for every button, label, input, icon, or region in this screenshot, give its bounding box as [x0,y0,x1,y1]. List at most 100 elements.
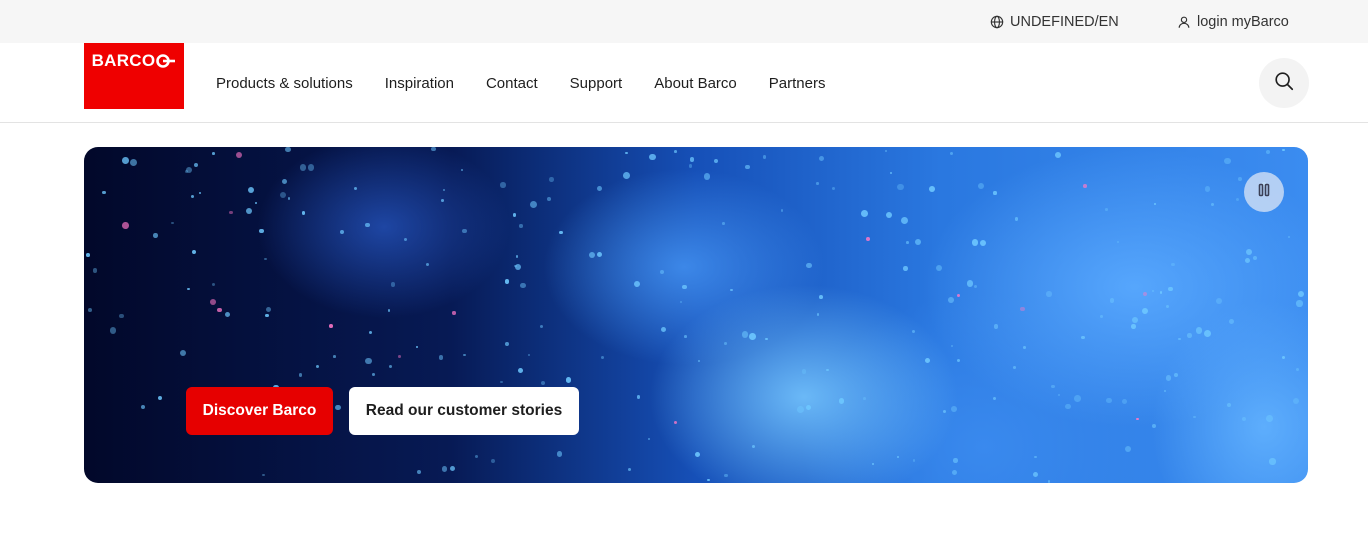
particle-speck [1046,291,1052,297]
particle-speck [647,437,651,441]
particle-speck [1253,256,1258,261]
search-button[interactable] [1259,58,1309,108]
particle-speck [745,164,750,169]
discover-barco-button[interactable]: Discover Barco [186,387,333,435]
particle-speck [307,164,315,171]
particle-speck [935,264,943,271]
particle-speck [1178,337,1181,341]
particle-speck [819,156,825,162]
particle-speck [680,301,683,304]
particle-speck [890,171,893,174]
locale-label: UNDEFINED/EN [1010,13,1119,30]
particle-speck [171,221,174,225]
nav-item-about-barco[interactable]: About Barco [654,75,737,92]
particle-speck [953,458,958,463]
particle-speck [684,335,687,338]
particle-speck [906,241,910,245]
particle-speck [649,153,656,160]
user-icon [1177,15,1191,29]
particle-speck [1203,330,1211,338]
particle-speck [416,469,421,474]
particle-speck [818,294,823,299]
particle-speck [245,207,252,214]
particle-speck [475,454,479,458]
particle-speck [625,151,628,154]
locale-selector[interactable]: UNDEFINED/EN [990,0,1119,43]
particle-speck [765,337,768,341]
particle-speck [622,172,630,180]
particle-speck [500,182,506,188]
particle-speck [627,468,631,472]
particle-speck [896,455,900,459]
particle-speck [415,345,418,348]
particle-speck [1154,203,1157,206]
particle-speck [1281,356,1285,360]
pause-video-button[interactable] [1244,172,1284,212]
nav-item-support[interactable]: Support [570,75,623,92]
particle-speck [1265,149,1271,154]
particle-speck [281,178,287,184]
particle-speck [1032,472,1038,478]
particle-speck [264,257,267,261]
particle-speck [353,186,357,191]
particle-speck [1106,398,1112,404]
nav-item-inspiration[interactable]: Inspiration [385,75,454,92]
particle-speck [838,398,845,404]
particle-speck [1143,292,1148,297]
particle-speck [101,190,106,195]
nav-item-products-solutions[interactable]: Products & solutions [216,75,353,92]
particle-speck [549,177,554,182]
particle-speck [540,380,546,386]
particle-speck [185,166,193,174]
particle-speck [674,150,678,153]
particle-speck [660,326,667,333]
particle-speck [806,262,812,269]
barco-logo[interactable]: BARCO [84,43,184,109]
particle-speck [1296,300,1303,307]
particle-speck [596,185,602,191]
particle-speck [1122,399,1128,405]
particle-speck [1023,346,1027,349]
particle-speck [212,283,216,287]
particle-speck [425,262,429,267]
particle-speck [441,199,444,203]
particle-speck [1165,375,1172,381]
particle-speck [265,313,269,318]
particle-speck [1288,235,1291,239]
particle-speck [371,372,375,376]
particle-speck [86,253,90,257]
particle-speck [1141,307,1148,314]
particle-speck [302,211,306,215]
logo-text: BARCO [91,51,156,70]
particle-speck [340,229,345,234]
particle-speck [315,364,320,369]
particle-speck [885,149,888,152]
nav-item-partners[interactable]: Partners [769,75,826,92]
particle-speck [741,331,748,338]
particle-speck [1297,290,1305,298]
particle-speck [673,421,677,425]
particle-speck [490,459,495,464]
particle-speck [948,297,954,304]
particle-speck [762,155,767,159]
particle-speck [993,396,997,400]
particle-speck [1224,158,1231,165]
particle-speck [1164,389,1167,392]
nav-item-contact[interactable]: Contact [486,75,538,92]
login-link[interactable]: login myBarco [1177,0,1289,43]
particle-speck [92,267,98,273]
particle-speck [512,212,517,217]
particle-speck [225,311,231,317]
particle-speck [1058,394,1061,397]
particle-speck [1014,217,1019,221]
customer-stories-button[interactable]: Read our customer stories [349,387,579,435]
particle-speck [390,282,396,287]
particle-speck [724,473,728,478]
particle-speck [724,341,727,345]
utility-bar: UNDEFINED/EN login myBarco [0,0,1368,43]
particle-speck [688,164,693,168]
particle-speck [461,169,464,172]
particle-speck [1136,418,1139,421]
particle-speck [1215,298,1222,305]
particle-speck [780,209,783,212]
